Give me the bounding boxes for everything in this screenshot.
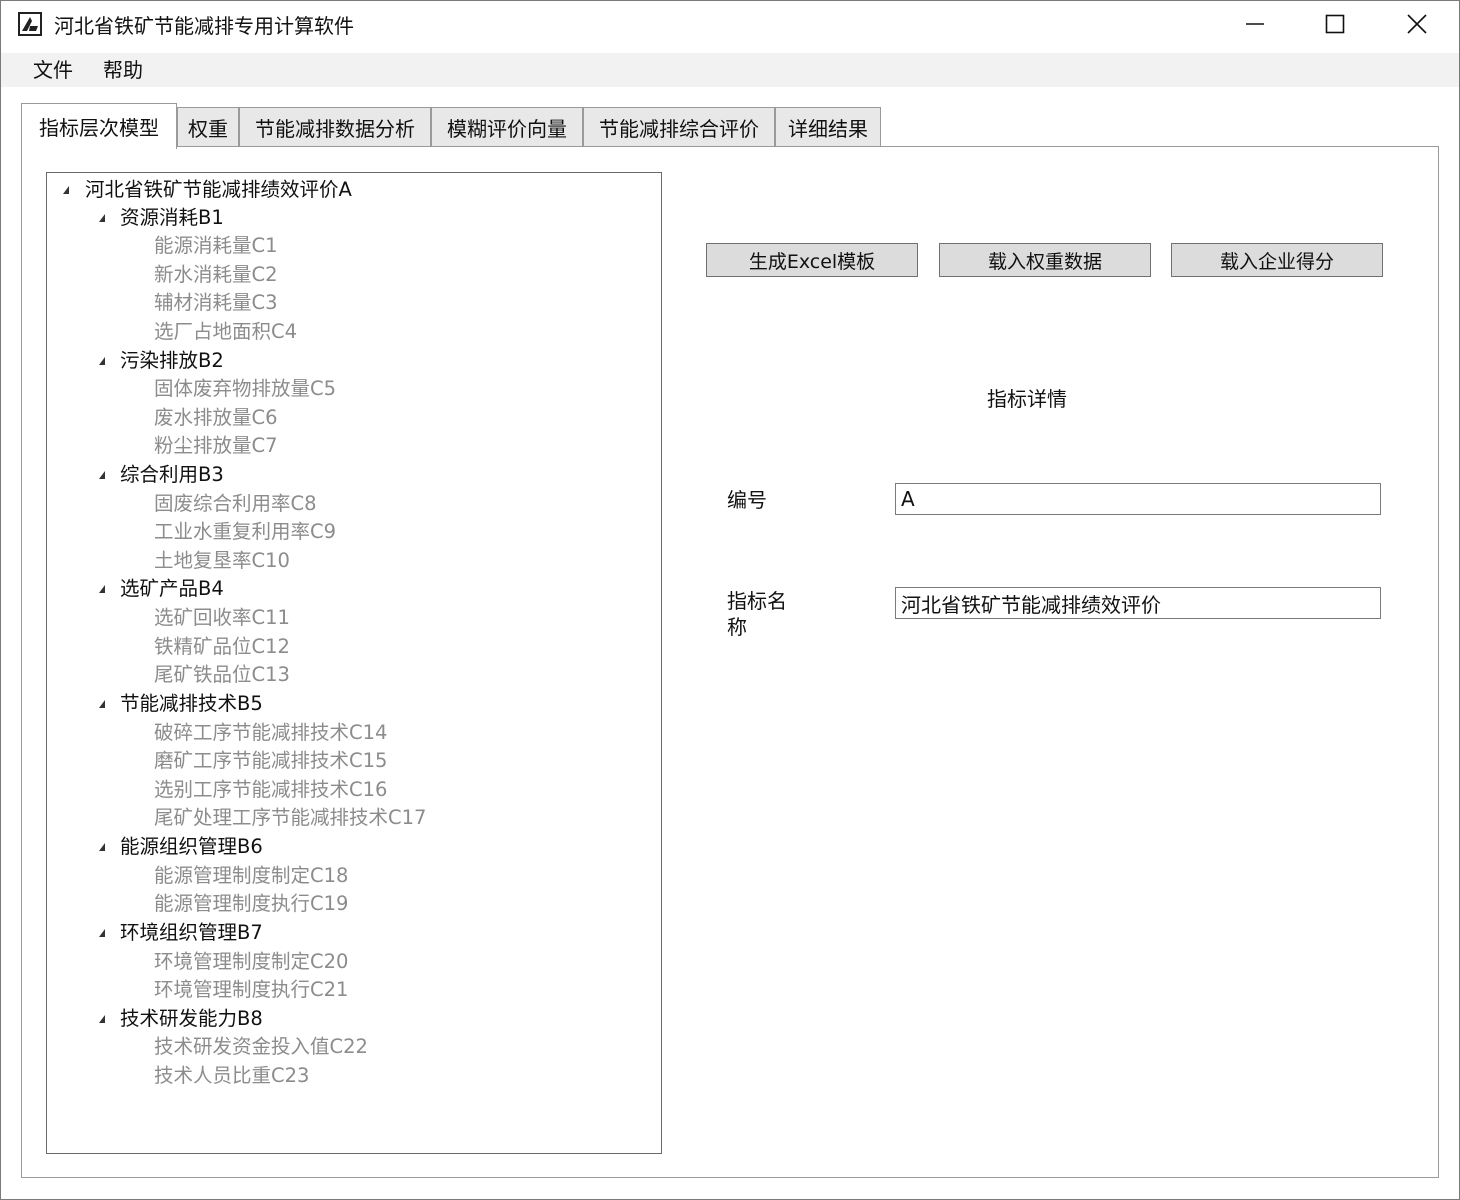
tree-leaf[interactable]: 磨矿工序节能减排技术C15 — [154, 747, 387, 775]
title-bar: 河北省铁矿节能减排专用计算软件 — [1, 1, 1459, 51]
menu-bar: 文件 帮助 — [1, 53, 1459, 87]
tree-group[interactable]: 节能减排技术B5 — [99, 690, 263, 718]
tree-group-label: 选矿产品B4 — [120, 577, 224, 600]
expand-arrow-icon[interactable] — [99, 929, 105, 937]
expand-arrow-icon[interactable] — [99, 357, 105, 365]
tree-leaf[interactable]: 环境管理制度执行C21 — [154, 976, 348, 1004]
tree-group-label: 污染排放B2 — [120, 349, 224, 372]
tree-leaf[interactable]: 土地复垦率C10 — [154, 547, 290, 575]
tree-leaf[interactable]: 新水消耗量C2 — [154, 261, 278, 289]
tree-leaf[interactable]: 工业水重复利用率C9 — [154, 518, 336, 546]
tree-leaf[interactable]: 技术研发资金投入值C22 — [154, 1033, 368, 1061]
expand-arrow-icon[interactable] — [99, 1015, 105, 1023]
tree-group-label: 节能减排技术B5 — [120, 692, 263, 715]
tree-leaf[interactable]: 选厂占地面积C4 — [154, 318, 297, 346]
tab-weights[interactable]: 权重 — [177, 107, 239, 147]
id-label: 编号 — [727, 488, 767, 512]
generate-excel-template-button[interactable]: 生成Excel模板 — [706, 243, 918, 277]
tree-group[interactable]: 污染排放B2 — [99, 347, 224, 375]
expand-arrow-icon[interactable] — [63, 186, 69, 194]
tree-group-label: 能源组织管理B6 — [120, 835, 263, 858]
tree-leaf[interactable]: 选别工序节能减排技术C16 — [154, 776, 387, 804]
close-icon — [1407, 14, 1427, 38]
maximize-icon — [1325, 14, 1345, 38]
indicator-tree[interactable]: 河北省铁矿节能减排绩效评价A 资源消耗B1 能源消耗量C1 新水消耗量C2 辅材… — [46, 172, 662, 1154]
expand-arrow-icon[interactable] — [99, 843, 105, 851]
tree-group-label: 资源消耗B1 — [120, 206, 224, 229]
id-input[interactable] — [895, 483, 1381, 515]
tree-leaf[interactable]: 固体废弃物排放量C5 — [154, 375, 336, 403]
tree-group[interactable]: 选矿产品B4 — [99, 575, 224, 603]
expand-arrow-icon[interactable] — [99, 471, 105, 479]
tree-group-label: 环境组织管理B7 — [120, 921, 263, 944]
load-weights-button[interactable]: 载入权重数据 — [939, 243, 1151, 277]
tree-group-label: 综合利用B3 — [120, 463, 224, 486]
indicator-details-title: 指标详情 — [987, 387, 1067, 411]
load-enterprise-scores-button[interactable]: 载入企业得分 — [1171, 243, 1383, 277]
maximize-button[interactable] — [1295, 1, 1375, 51]
tree-group[interactable]: 资源消耗B1 — [99, 204, 224, 232]
close-button[interactable] — [1377, 1, 1457, 51]
tree-group[interactable]: 环境组织管理B7 — [99, 919, 263, 947]
indicator-name-label: 指标名称 — [727, 589, 787, 639]
tree-group[interactable]: 能源组织管理B6 — [99, 833, 263, 861]
tree-leaf[interactable]: 尾矿处理工序节能减排技术C17 — [154, 804, 426, 832]
tree-leaf[interactable]: 能源管理制度制定C18 — [154, 862, 348, 890]
expand-arrow-icon[interactable] — [99, 700, 105, 708]
tab-energy-data-analysis[interactable]: 节能减排数据分析 — [239, 107, 431, 147]
tree-leaf[interactable]: 辅材消耗量C3 — [154, 289, 278, 317]
tab-fuzzy-evaluation-vector[interactable]: 模糊评价向量 — [431, 107, 583, 147]
tree-root[interactable]: 河北省铁矿节能减排绩效评价A — [63, 176, 352, 204]
tab-bar: 指标层次模型 权重 节能减排数据分析 模糊评价向量 节能减排综合评价 详细结果 — [21, 103, 921, 149]
tree-group-label: 技术研发能力B8 — [120, 1007, 263, 1030]
tree-leaf[interactable]: 能源管理制度执行C19 — [154, 890, 348, 918]
tree-leaf[interactable]: 环境管理制度制定C20 — [154, 948, 348, 976]
tree-leaf[interactable]: 固废综合利用率C8 — [154, 490, 317, 518]
window-title: 河北省铁矿节能减排专用计算软件 — [54, 14, 354, 38]
tree-root-label: 河北省铁矿节能减排绩效评价A — [85, 178, 352, 201]
tree-leaf[interactable]: 粉尘排放量C7 — [154, 432, 278, 460]
tab-comprehensive-evaluation[interactable]: 节能减排综合评价 — [583, 107, 775, 147]
tree-group[interactable]: 综合利用B3 — [99, 461, 224, 489]
tab-detailed-results[interactable]: 详细结果 — [775, 107, 881, 147]
tab-indicator-hierarchy-model[interactable]: 指标层次模型 — [21, 103, 177, 149]
tree-leaf[interactable]: 技术人员比重C23 — [154, 1062, 309, 1090]
minimize-icon — [1245, 14, 1265, 38]
expand-arrow-icon[interactable] — [99, 585, 105, 593]
minimize-button[interactable] — [1215, 1, 1295, 51]
indicator-name-input[interactable] — [895, 587, 1381, 619]
tree-group[interactable]: 技术研发能力B8 — [99, 1005, 263, 1033]
menu-file[interactable]: 文件 — [29, 57, 77, 83]
tree-leaf[interactable]: 破碎工序节能减排技术C14 — [154, 719, 387, 747]
tree-leaf[interactable]: 废水排放量C6 — [154, 404, 278, 432]
tree-leaf[interactable]: 尾矿铁品位C13 — [154, 661, 290, 689]
app-window: 河北省铁矿节能减排专用计算软件 文件 帮助 指标层次模型 权重 节能减排数据分析… — [0, 0, 1460, 1200]
tree-leaf[interactable]: 选矿回收率C11 — [154, 604, 290, 632]
expand-arrow-icon[interactable] — [99, 214, 105, 222]
tree-leaf[interactable]: 能源消耗量C1 — [154, 232, 278, 260]
tree-leaf[interactable]: 铁精矿品位C12 — [154, 633, 290, 661]
app-logo-icon — [18, 12, 42, 36]
menu-help[interactable]: 帮助 — [99, 57, 147, 83]
